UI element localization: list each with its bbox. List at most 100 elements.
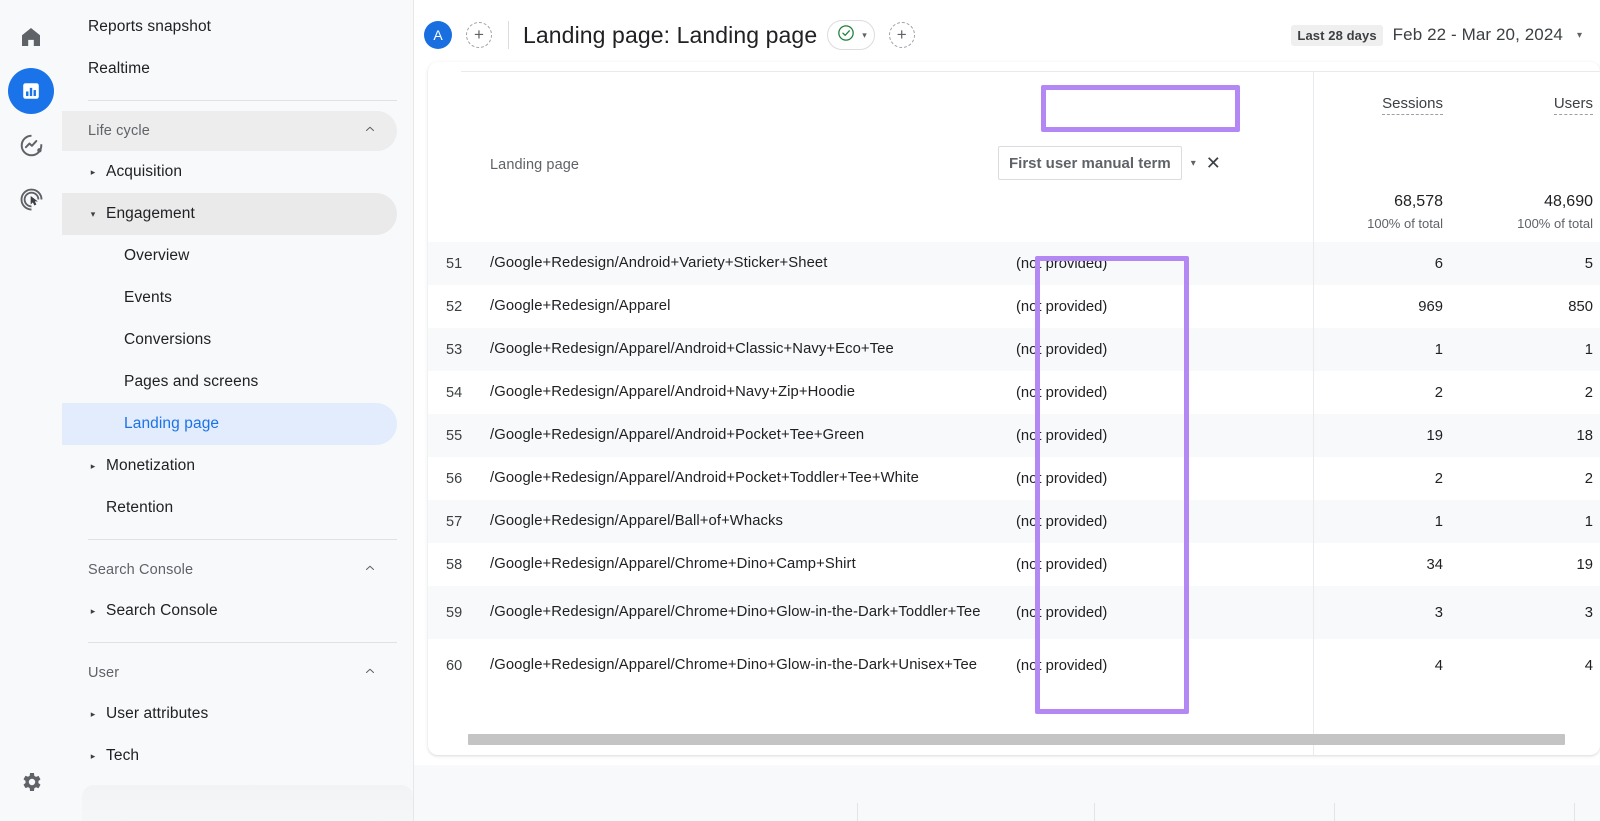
row-users: 850 [1568, 298, 1593, 315]
sidebar-item-overview[interactable]: Overview [62, 235, 397, 277]
sidebar-item-label: Overview [124, 247, 190, 264]
row-term[interactable]: (not provided) [998, 500, 1313, 543]
row-landing-page[interactable]: /Google+Redesign/Apparel/Android+Navy+Zi… [490, 371, 998, 414]
chevron-up-icon [363, 664, 377, 683]
close-icon[interactable]: ✕ [1206, 154, 1221, 172]
sidebar-item-conversions[interactable]: Conversions [62, 319, 397, 361]
report-table: Landing page First user manual term ▾ ✕ [428, 62, 1600, 692]
row-landing-page[interactable]: /Google+Redesign/Apparel/Ball+of+Whacks [490, 500, 998, 543]
row-index: 52 [446, 298, 463, 315]
table-row[interactable]: 51 /Google+Redesign/Android+Variety+Stic… [428, 242, 1600, 285]
sidebar-item-tech[interactable]: ▸ Tech [62, 735, 397, 777]
sidebar-item-user-attributes[interactable]: ▸ User attributes [62, 693, 397, 735]
row-landing-page[interactable]: /Google+Redesign/Apparel/Android+Pocket+… [490, 414, 998, 457]
sidebar-item-acquisition[interactable]: ▸ Acquisition [62, 151, 397, 193]
row-term[interactable]: (not provided) [998, 328, 1313, 371]
comparison-avatar[interactable]: A [424, 21, 452, 49]
secondary-dimension-select[interactable]: First user manual term [998, 146, 1182, 180]
row-term[interactable]: (not provided) [998, 285, 1313, 328]
sidebar-item-label: Engagement [106, 205, 195, 222]
row-term[interactable]: (not provided) [998, 414, 1313, 457]
page-footer-strip [414, 765, 1600, 821]
reports-icon[interactable] [8, 68, 54, 114]
date-range-chip: Last 28 days [1291, 24, 1383, 46]
table-row[interactable]: 52 /Google+Redesign/Apparel (not provide… [428, 285, 1600, 328]
table-row[interactable]: 55 /Google+Redesign/Apparel/Android+Pock… [428, 414, 1600, 457]
table-row[interactable]: 60 /Google+Redesign/Apparel/Chrome+Dino+… [428, 639, 1600, 692]
sidebar-item-label: Pages and screens [124, 373, 259, 390]
main-content: A + Landing page: Landing page ▾ + Last … [414, 0, 1600, 821]
row-term[interactable]: (not provided) [998, 639, 1313, 692]
sidebar-item-landing-page[interactable]: Landing page [62, 403, 397, 445]
table-row[interactable]: 59 /Google+Redesign/Apparel/Chrome+Dino+… [428, 586, 1600, 639]
row-landing-page[interactable]: /Google+Redesign/Apparel/Chrome+Dino+Glo… [490, 586, 998, 639]
settings-gear-icon[interactable] [19, 770, 43, 799]
sidebar-footer-card [82, 785, 413, 821]
chevron-down-icon[interactable]: ▾ [1182, 158, 1206, 169]
chevron-up-icon [363, 122, 377, 141]
row-term[interactable]: (not provided) [998, 586, 1313, 639]
table-body: 51 /Google+Redesign/Android+Variety+Stic… [428, 242, 1600, 692]
add-insight-button[interactable]: + [888, 22, 915, 48]
table-row[interactable]: 54 /Google+Redesign/Apparel/Android+Navy… [428, 371, 1600, 414]
sidebar-group-search-console[interactable]: Search Console [62, 550, 397, 590]
divider [88, 642, 397, 643]
row-landing-page[interactable]: /Google+Redesign/Apparel/Android+Classic… [490, 328, 998, 371]
add-comparison-button[interactable]: + [466, 22, 492, 48]
metric-name[interactable]: Users [1553, 95, 1593, 115]
row-index: 57 [446, 513, 463, 530]
primary-nav-rail [0, 0, 62, 821]
row-term[interactable]: (not provided) [998, 242, 1313, 285]
row-users: 4 [1584, 657, 1593, 674]
metric-percent: 100% of total [1517, 216, 1593, 231]
table-row[interactable]: 57 /Google+Redesign/Apparel/Ball+of+Whac… [428, 500, 1600, 543]
row-sessions: 969 [1418, 298, 1443, 315]
divider [88, 100, 397, 101]
row-users: 5 [1584, 255, 1593, 272]
row-term[interactable]: (not provided) [998, 371, 1313, 414]
advertising-icon[interactable] [8, 176, 54, 222]
row-sessions: 4 [1434, 657, 1443, 674]
sidebar-item-realtime[interactable]: Realtime [62, 48, 397, 90]
row-users: 2 [1584, 384, 1593, 401]
row-sessions: 6 [1434, 255, 1443, 272]
sidebar-item-reports-snapshot[interactable]: Reports snapshot [62, 6, 397, 48]
report-table-card: Landing page First user manual term ▾ ✕ [428, 62, 1600, 755]
dimension-header[interactable]: Landing page [490, 62, 998, 242]
row-term[interactable]: (not provided) [998, 543, 1313, 586]
metric-total: 68,578 [1394, 193, 1443, 210]
sidebar-item-events[interactable]: Events [62, 277, 397, 319]
row-landing-page[interactable]: /Google+Redesign/Apparel/Android+Pocket+… [490, 457, 998, 500]
sidebar-item-retention[interactable]: Retention [62, 487, 397, 529]
sidebar-item-label: Reports snapshot [88, 18, 212, 35]
date-range-picker[interactable]: Last 28 days Feb 22 - Mar 20, 2024 ▾ [1291, 24, 1582, 46]
table-row[interactable]: 58 /Google+Redesign/Apparel/Chrome+Dino+… [428, 543, 1600, 586]
metric-header-users: Users 48,690 100% of total [1465, 62, 1600, 242]
check-circle-icon [836, 23, 856, 48]
row-landing-page[interactable]: /Google+Redesign/Android+Variety+Sticker… [490, 242, 998, 285]
sidebar-item-engagement[interactable]: ▾ Engagement [62, 193, 397, 235]
row-term[interactable]: (not provided) [998, 457, 1313, 500]
report-status-chip[interactable]: ▾ [827, 20, 875, 50]
table-row[interactable]: 53 /Google+Redesign/Apparel/Android+Clas… [428, 328, 1600, 371]
row-sessions: 2 [1434, 384, 1443, 401]
sidebar-group-user[interactable]: User [62, 653, 397, 693]
row-landing-page[interactable]: /Google+Redesign/Apparel/Chrome+Dino+Cam… [490, 543, 998, 586]
explore-icon[interactable] [8, 122, 54, 168]
sidebar-group-label: User [88, 665, 120, 681]
sidebar-group-label: Life cycle [88, 123, 150, 139]
row-index: 58 [446, 556, 463, 573]
sidebar-item-pages-and-screens[interactable]: Pages and screens [62, 361, 397, 403]
metric-name[interactable]: Sessions [1382, 95, 1443, 115]
horizontal-scrollbar[interactable] [468, 734, 1565, 745]
row-landing-page[interactable]: /Google+Redesign/Apparel [490, 285, 998, 328]
row-landing-page[interactable]: /Google+Redesign/Apparel/Chrome+Dino+Glo… [490, 639, 998, 692]
sidebar-item-monetization[interactable]: ▸ Monetization [62, 445, 397, 487]
sidebar-nav: Reports snapshot Realtime Life cycle ▸ A… [62, 0, 414, 821]
table-row[interactable]: 56 /Google+Redesign/Apparel/Android+Pock… [428, 457, 1600, 500]
sidebar-group-life-cycle[interactable]: Life cycle [62, 111, 397, 151]
row-index: 55 [446, 427, 463, 444]
home-icon[interactable] [8, 14, 54, 60]
sidebar-item-label: Landing page [124, 415, 220, 432]
sidebar-item-search-console[interactable]: ▸ Search Console [62, 590, 397, 632]
